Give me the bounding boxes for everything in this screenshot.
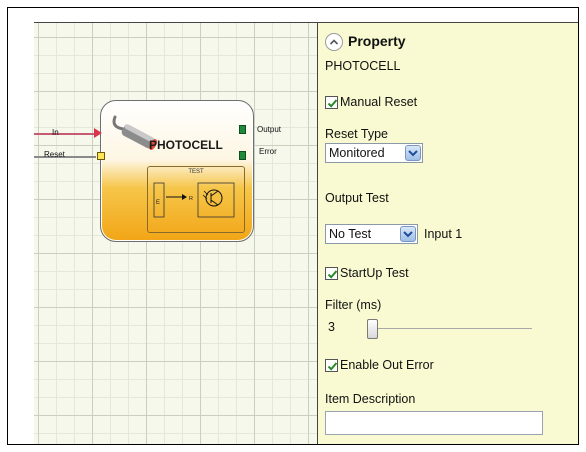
manual-reset-row[interactable]: Manual Reset — [325, 95, 417, 109]
chevron-down-icon — [403, 231, 413, 238]
photocell-block[interactable]: PHOTOCELL TEST E R — [100, 100, 254, 242]
filter-slider-thumb[interactable] — [367, 319, 378, 339]
startup-test-row[interactable]: StartUp Test — [325, 266, 409, 280]
filter-value: 3 — [328, 320, 335, 334]
reset-type-label: Reset Type — [325, 127, 389, 141]
input-arrow-icon[interactable] — [94, 128, 102, 138]
check-icon — [327, 361, 338, 371]
output-label: Output — [257, 125, 282, 134]
diagram-r-label: R — [189, 196, 193, 202]
output-port[interactable] — [239, 125, 246, 134]
test-section: TEST E R — [147, 166, 245, 233]
startup-test-checkbox[interactable] — [325, 266, 338, 280]
filter-slider-track[interactable] — [378, 328, 532, 329]
panel-title: Property — [348, 33, 406, 49]
item-description-input[interactable] — [325, 411, 543, 435]
output-test-dropdown-button[interactable] — [400, 226, 416, 242]
error-label: Error — [259, 147, 277, 156]
diagram-canvas[interactable]: PHOTOCELL TEST E R In Reset Output Error — [34, 22, 318, 444]
check-icon — [327, 98, 338, 108]
startup-test-label: StartUp Test — [340, 266, 409, 280]
emitter-receiver-diagram: E R — [153, 182, 235, 218]
input-wire[interactable] — [34, 133, 96, 135]
error-port[interactable] — [239, 151, 246, 160]
output-test-label: Output Test — [325, 191, 389, 205]
block-title: PHOTOCELL — [149, 138, 223, 152]
input-reset-label: Reset — [44, 150, 65, 159]
filter-label: Filter (ms) — [325, 298, 382, 312]
reset-type-dropdown-button[interactable] — [405, 145, 421, 161]
input-in-label: In — [52, 128, 59, 137]
app-window: PHOTOCELL TEST E R In Reset Output Error… — [7, 7, 579, 445]
property-panel: Property PHOTOCELL Manual Reset Reset Ty… — [318, 22, 578, 444]
enable-out-error-label: Enable Out Error — [340, 358, 434, 372]
chevron-up-icon — [329, 39, 339, 45]
output-test-value: No Test — [329, 227, 372, 241]
output-test-input-label: Input 1 — [424, 227, 463, 241]
collapse-button[interactable] — [325, 33, 343, 51]
enable-out-error-row[interactable]: Enable Out Error — [325, 358, 434, 372]
component-name: PHOTOCELL — [325, 59, 401, 73]
chevron-down-icon — [408, 150, 418, 157]
manual-reset-checkbox[interactable] — [325, 95, 338, 109]
reset-type-value: Monitored — [329, 146, 385, 160]
output-test-select[interactable]: No Test — [325, 224, 418, 244]
manual-reset-label: Manual Reset — [340, 95, 418, 109]
check-icon — [327, 269, 338, 279]
test-label: TEST — [188, 169, 204, 175]
diagram-e-label: E — [156, 200, 160, 206]
reset-type-select[interactable]: Monitored — [325, 143, 423, 163]
reset-port[interactable] — [97, 152, 105, 160]
enable-out-error-checkbox[interactable] — [325, 358, 338, 372]
item-description-label: Item Description — [325, 392, 416, 406]
